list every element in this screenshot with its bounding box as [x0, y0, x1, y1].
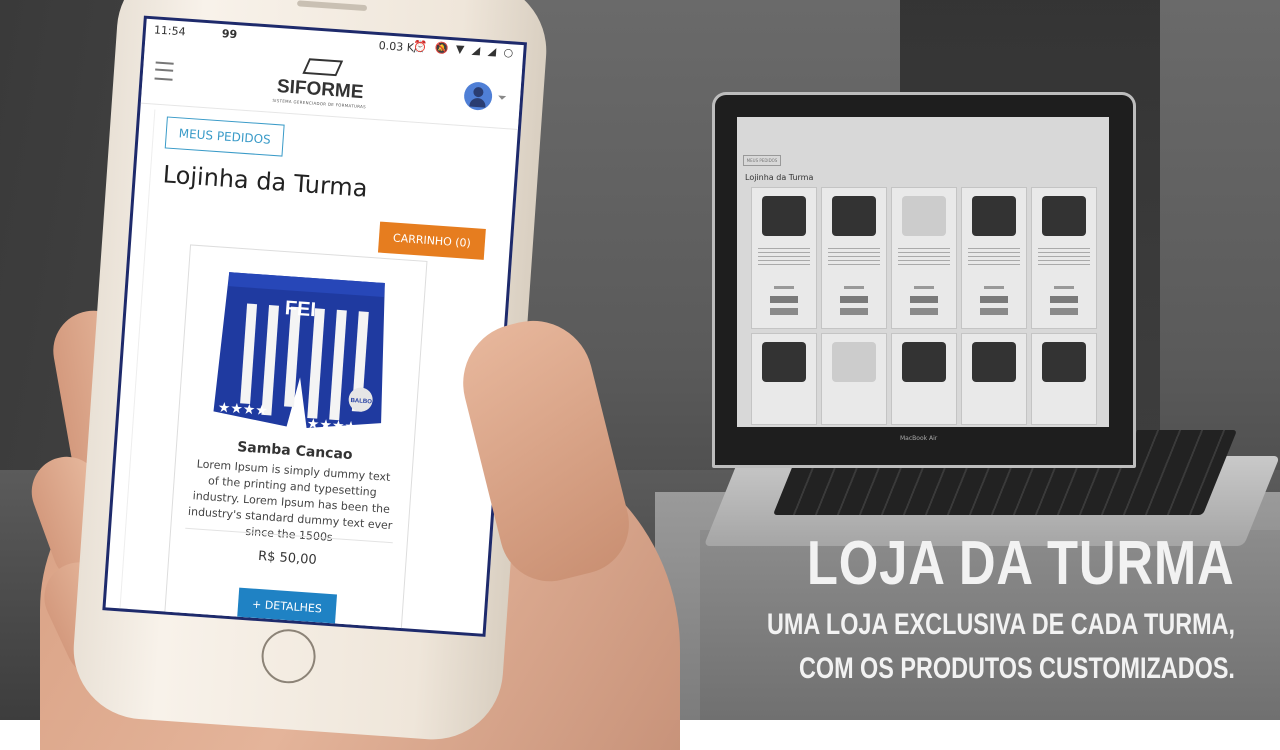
- laptop-product-card[interactable]: [751, 333, 817, 425]
- page-title: Lojinha da Turma: [161, 160, 369, 203]
- phone-speaker: [296, 0, 368, 12]
- cart-button[interactable]: CARRINHO (0): [377, 221, 486, 260]
- laptop-page-title: Lojinha da Turma: [745, 173, 814, 182]
- status-time: 11:54: [153, 23, 187, 39]
- status-signal-label: 99: [221, 27, 238, 42]
- page-content: MEUS PEDIDOS Lojinha da Turma CARRINHO (…: [119, 109, 505, 637]
- product-card[interactable]: FEI BALBOA ★★★★ ★★★★ Samba Cancao Lorem …: [162, 244, 428, 637]
- laptop-product-card[interactable]: [1031, 333, 1097, 425]
- chevron-down-icon[interactable]: [497, 95, 507, 101]
- hamburger-menu-icon[interactable]: [154, 61, 174, 81]
- my-orders-button[interactable]: MEUS PEDIDOS: [164, 116, 285, 157]
- laptop-product-card[interactable]: [891, 333, 957, 425]
- laptop-product-card[interactable]: [751, 187, 817, 329]
- details-button[interactable]: + DETALHES: [237, 587, 337, 626]
- caption-line-2: COM OS PRODUTOS CUSTOMIZADOS.: [799, 652, 1235, 685]
- shorts-print-text: FEI: [284, 297, 317, 321]
- laptop: MEUS PEDIDOS Lojinha da Turma MacBook Ai…: [712, 92, 1136, 468]
- app-logo[interactable]: SIFORME SISTEMA GERENCIADOR DE FORMATURA…: [259, 53, 383, 119]
- laptop-product-card[interactable]: [821, 187, 887, 329]
- caption-line-1: UMA LOJA EXCLUSIVA DE CADA TURMA,: [767, 608, 1235, 641]
- graduation-cap-icon: [301, 56, 342, 81]
- laptop-product-card[interactable]: [821, 333, 887, 425]
- user-avatar-icon[interactable]: [463, 81, 494, 112]
- laptop-brand-label: MacBook Air: [900, 435, 938, 442]
- svg-text:★★★★: ★★★★: [217, 400, 268, 419]
- laptop-display: MEUS PEDIDOS Lojinha da Turma: [737, 117, 1109, 427]
- caption-title: LOJA DA TURMA: [807, 529, 1235, 598]
- home-button[interactable]: [259, 627, 318, 686]
- laptop-orders-button[interactable]: MEUS PEDIDOS: [743, 155, 781, 166]
- laptop-product-card[interactable]: [961, 187, 1027, 329]
- product-image-shorts[interactable]: FEI BALBOA ★★★★ ★★★★: [208, 262, 395, 442]
- laptop-product-card[interactable]: [1031, 187, 1097, 329]
- laptop-product-card[interactable]: [961, 333, 1027, 425]
- laptop-product-card[interactable]: [891, 187, 957, 329]
- svg-text:★★★★: ★★★★: [306, 416, 357, 435]
- phone-screen: 11:54 99 0.03 K/s ⏰ 🔕 ▼ ◢ ◢ ○ SIFORME SI…: [102, 15, 527, 637]
- status-icons: ⏰ 🔕 ▼ ◢ ◢ ○: [413, 39, 516, 60]
